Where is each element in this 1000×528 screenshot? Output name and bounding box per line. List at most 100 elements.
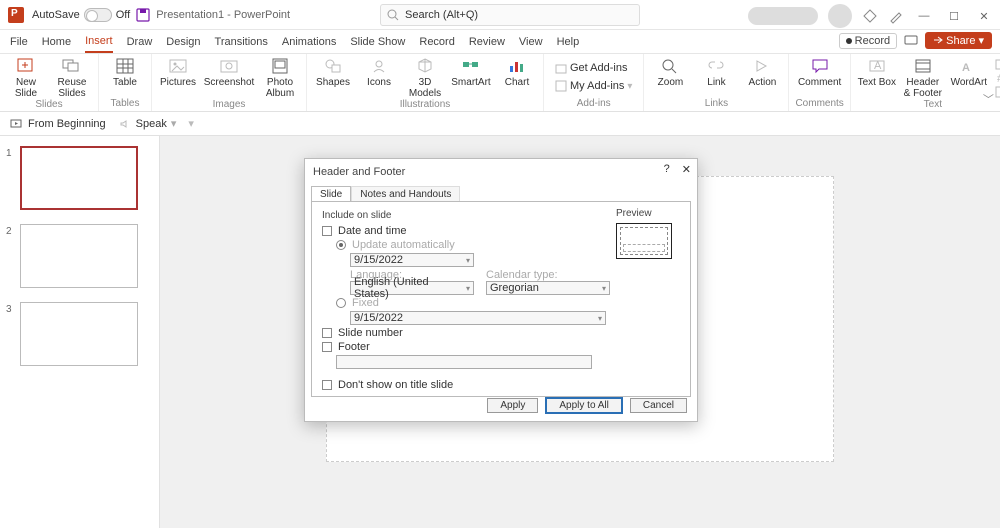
- chart-button[interactable]: Chart: [497, 56, 537, 88]
- menu-insert[interactable]: Insert: [85, 35, 113, 53]
- group-slides: New Slide Reuse Slides Slides: [0, 54, 99, 111]
- avatar[interactable]: [828, 4, 852, 28]
- pen-icon[interactable]: [888, 8, 904, 24]
- group-label: Illustrations: [400, 99, 451, 112]
- autosave-toggle[interactable]: AutoSave Off: [32, 8, 130, 22]
- thumb-number: 3: [6, 302, 16, 366]
- shapes-icon: [321, 56, 345, 76]
- slide-number-checkbox[interactable]: [322, 328, 332, 338]
- text-small-buttons: #: [995, 56, 1000, 98]
- slide-thumb-3[interactable]: [20, 302, 138, 366]
- datetime-checkbox[interactable]: [322, 226, 332, 236]
- cube-icon: [413, 56, 437, 76]
- slide-thumb-1[interactable]: [20, 146, 138, 210]
- thumb-number: 2: [6, 224, 16, 288]
- screenshot-icon: [217, 56, 241, 76]
- cancel-button[interactable]: Cancel: [630, 398, 687, 413]
- dialog-help-button[interactable]: ?: [664, 163, 670, 176]
- group-label: Images: [213, 99, 246, 112]
- fixed-radio[interactable]: [336, 298, 346, 308]
- table-icon: [113, 56, 137, 76]
- save-icon[interactable]: [136, 8, 150, 22]
- tab-notes-handouts[interactable]: Notes and Handouts: [351, 186, 460, 202]
- close-button[interactable]: ✕: [974, 10, 994, 23]
- date-icon[interactable]: [995, 58, 1000, 70]
- date-dropdown[interactable]: 9/15/2022: [350, 253, 474, 267]
- shapes-button[interactable]: Shapes: [313, 56, 353, 88]
- speak-button[interactable]: Speak ▾: [118, 117, 177, 130]
- apply-to-all-button[interactable]: Apply to All: [546, 398, 621, 413]
- tab-slide[interactable]: Slide: [311, 186, 351, 202]
- menu-review[interactable]: Review: [469, 36, 505, 48]
- comment-button[interactable]: Comment: [800, 56, 840, 88]
- language-dropdown[interactable]: English (United States): [350, 281, 474, 295]
- apply-button[interactable]: Apply: [487, 398, 538, 413]
- new-slide-button[interactable]: New Slide: [6, 56, 46, 99]
- collapse-ribbon-icon[interactable]: 〉: [981, 94, 997, 105]
- menu-record[interactable]: Record: [419, 36, 454, 48]
- group-illustrations: Shapes Icons 3D Models SmartArt Chart Il…: [307, 54, 544, 111]
- menu-animations[interactable]: Animations: [282, 36, 336, 48]
- slidenum-icon[interactable]: #: [995, 72, 1000, 84]
- my-addins-button[interactable]: My Add-ins ▾: [550, 78, 637, 94]
- screenshot-button[interactable]: Screenshot: [204, 56, 254, 88]
- menu-slideshow[interactable]: Slide Show: [350, 36, 405, 48]
- header-footer-button[interactable]: Header & Footer: [903, 56, 943, 99]
- group-comments: Comment Comments: [789, 54, 850, 111]
- update-auto-radio[interactable]: [336, 240, 346, 250]
- menu-design[interactable]: Design: [166, 36, 200, 48]
- minimize-button[interactable]: —: [914, 10, 934, 22]
- zoom-button[interactable]: Zoom: [650, 56, 690, 88]
- menu-draw[interactable]: Draw: [127, 36, 153, 48]
- slide-thumbnails-panel: 1 2 3: [0, 136, 160, 528]
- slide-thumb-2[interactable]: [20, 224, 138, 288]
- comment-icon: [808, 56, 832, 76]
- maximize-button[interactable]: ☐: [944, 10, 964, 23]
- menu-view[interactable]: View: [519, 36, 543, 48]
- toggle-icon[interactable]: [84, 8, 112, 22]
- from-beginning-button[interactable]: From Beginning: [10, 118, 106, 130]
- 3d-models-button[interactable]: 3D Models: [405, 56, 445, 99]
- menu-transitions[interactable]: Transitions: [215, 36, 268, 48]
- group-text: AText Box Header & Footer AWordArt # Tex…: [851, 54, 1000, 111]
- pictures-button[interactable]: Pictures: [158, 56, 198, 88]
- record-button[interactable]: Record: [839, 33, 897, 49]
- footer-checkbox[interactable]: [322, 342, 332, 352]
- present-icon[interactable]: [903, 33, 919, 49]
- calendar-label: Calendar type:: [486, 269, 616, 281]
- icons-button[interactable]: Icons: [359, 56, 399, 88]
- dont-show-title-checkbox[interactable]: [322, 380, 332, 390]
- overflow-button[interactable]: ▾: [188, 117, 194, 130]
- ribbon: New Slide Reuse Slides Slides Table Tabl…: [0, 54, 1000, 112]
- diamond-icon[interactable]: [862, 8, 878, 24]
- menu-home[interactable]: Home: [42, 36, 71, 48]
- autosave-label: AutoSave: [32, 9, 80, 21]
- table-button[interactable]: Table: [105, 56, 145, 88]
- reuse-slides-icon: [60, 56, 84, 76]
- action-button[interactable]: Action: [742, 56, 782, 88]
- datetime-label: Date and time: [338, 225, 406, 237]
- share-button[interactable]: Share▾: [925, 32, 992, 49]
- new-slide-icon: [14, 56, 38, 76]
- svg-text:A: A: [874, 60, 882, 72]
- textbox-button[interactable]: AText Box: [857, 56, 897, 88]
- photo-album-button[interactable]: Photo Album: [260, 56, 300, 99]
- fixed-date-input[interactable]: 9/15/2022: [350, 311, 606, 325]
- fixed-label: Fixed: [352, 297, 379, 309]
- footer-text-input[interactable]: [336, 355, 592, 369]
- calendar-dropdown[interactable]: Gregorian: [486, 281, 610, 295]
- reuse-slides-button[interactable]: Reuse Slides: [52, 56, 92, 99]
- pictures-icon: [166, 56, 190, 76]
- search-input[interactable]: Search (Alt+Q): [380, 4, 640, 26]
- get-addins-button[interactable]: Get Add-ins: [550, 60, 637, 76]
- dialog-close-button[interactable]: ✕: [682, 163, 691, 176]
- thumb-number: 1: [6, 146, 16, 210]
- user-name-pill[interactable]: [748, 7, 818, 25]
- link-button[interactable]: Link: [696, 56, 736, 88]
- smartart-button[interactable]: SmartArt: [451, 56, 491, 88]
- footer-label: Footer: [338, 341, 370, 353]
- menu-file[interactable]: File: [10, 36, 28, 48]
- group-tables: Table Tables: [99, 54, 152, 111]
- menu-help[interactable]: Help: [557, 36, 580, 48]
- wordart-button[interactable]: AWordArt: [949, 56, 989, 88]
